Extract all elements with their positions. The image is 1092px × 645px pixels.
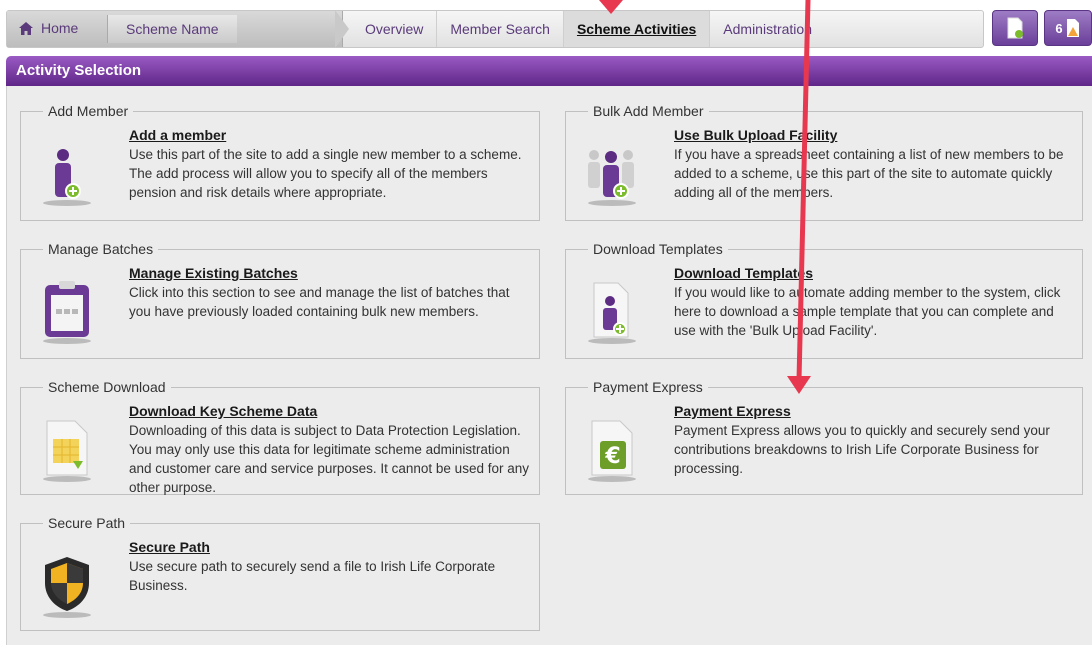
download-templates-link[interactable]: Download Templates — [674, 265, 813, 281]
card-description: Downloading of this data is subject to D… — [129, 423, 529, 495]
spreadsheet-download-icon — [43, 420, 91, 482]
card-scheme-download: Scheme Download Download Key Scheme Data… — [20, 379, 540, 495]
card-legend: Payment Express — [593, 379, 703, 395]
add-member-icon — [43, 149, 91, 206]
home-icon — [19, 21, 33, 35]
card-description: If you have a spreadsheet containing a l… — [674, 147, 1064, 200]
card-secure-path: Secure Path Secure Path Use secure path … — [20, 515, 540, 631]
payment-express-link[interactable]: Payment Express — [674, 403, 791, 419]
notifications-button[interactable]: 6 — [1044, 10, 1092, 46]
card-description: Use this part of the site to add a singl… — [129, 147, 522, 200]
card-manage-batches: Manage Batches Manage Existing Batches C… — [20, 241, 540, 359]
tab-member-search[interactable]: Member Search — [436, 11, 563, 47]
panel-header: Activity Selection — [6, 56, 1092, 86]
scheme-name-crumb[interactable]: Scheme Name — [107, 15, 237, 43]
card-legend: Secure Path — [48, 515, 126, 531]
document-add-icon — [1007, 17, 1023, 39]
card-legend: Scheme Download — [48, 379, 166, 395]
tab-scheme-activities[interactable]: Scheme Activities — [562, 11, 710, 47]
card-add-member: Add Member Add a member Use this part of… — [20, 103, 540, 221]
notification-count: 6 — [1055, 20, 1063, 36]
card-payment-express: Payment Express € Payment Express Paymen… — [565, 379, 1083, 495]
document-alert-icon — [1066, 19, 1079, 37]
card-legend: Add Member — [48, 103, 129, 119]
new-document-button[interactable] — [992, 10, 1038, 46]
add-member-link[interactable]: Add a member — [129, 127, 226, 143]
euro-document-icon: € — [588, 420, 636, 482]
home-link-label: Home — [41, 20, 79, 36]
home-link[interactable]: Home — [19, 20, 78, 36]
card-description: Payment Express allows you to quickly an… — [674, 423, 1050, 476]
tab-overview[interactable]: Overview — [352, 11, 436, 47]
card-description: If you would like to automate adding mem… — [674, 285, 1061, 338]
bulk-upload-link[interactable]: Use Bulk Upload Facility — [674, 127, 837, 143]
bulk-add-members-icon — [588, 150, 636, 206]
card-legend: Download Templates — [593, 241, 723, 257]
card-legend: Bulk Add Member — [593, 103, 704, 119]
card-download-templates: Download Templates Download Templates If… — [565, 241, 1083, 359]
card-description: Click into this section to see and manag… — [129, 285, 510, 319]
card-description: Use secure path to securely send a file … — [129, 559, 496, 593]
batches-clipboard-icon — [43, 281, 91, 344]
manage-batches-link[interactable]: Manage Existing Batches — [129, 265, 298, 281]
card-bulk-add-member: Bulk Add Member Use Bulk Upload Facility… — [565, 103, 1083, 221]
download-template-icon — [588, 282, 636, 344]
top-navigation: Home Scheme Name Overview Member Search … — [6, 10, 984, 48]
svg-text:€: € — [604, 444, 620, 469]
panel-title: Activity Selection — [16, 62, 142, 79]
card-legend: Manage Batches — [48, 241, 154, 257]
breadcrumb-arrow — [335, 10, 349, 48]
secure-path-link[interactable]: Secure Path — [129, 539, 210, 555]
download-key-scheme-data-link[interactable]: Download Key Scheme Data — [129, 403, 317, 419]
security-shield-icon — [43, 557, 91, 618]
tab-administration[interactable]: Administration — [709, 11, 825, 47]
nav-tabs: Overview Member Search Scheme Activities… — [352, 11, 825, 47]
